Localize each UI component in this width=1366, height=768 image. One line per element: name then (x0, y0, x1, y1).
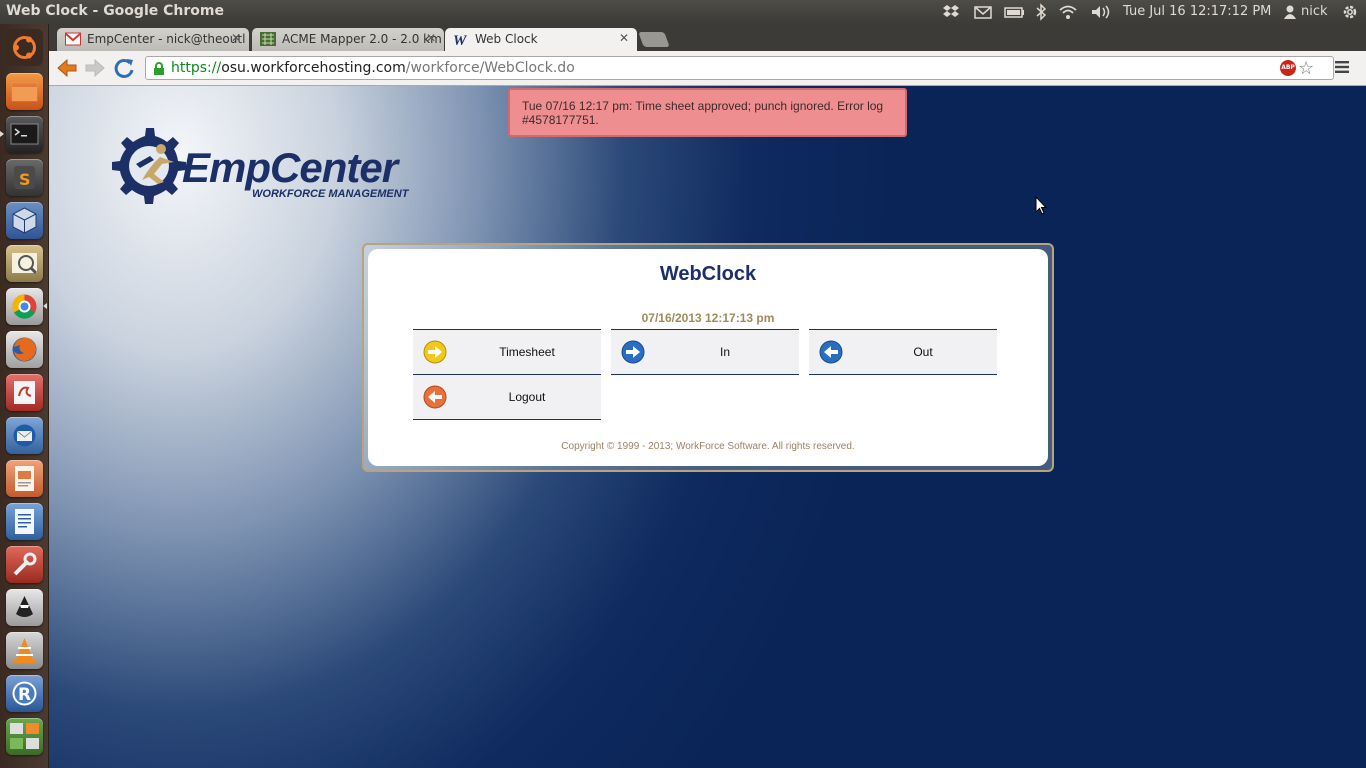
punch-in-button[interactable]: In (611, 329, 799, 375)
new-tab-button[interactable] (638, 32, 670, 47)
sublime-text-icon[interactable]: S (6, 159, 43, 196)
acme-icon (260, 32, 276, 46)
panel-user[interactable]: nick (1301, 4, 1328, 22)
copyright-text: Copyright © 1999 - 2013; WorkForce Softw… (561, 441, 855, 452)
bookmark-star-icon[interactable]: ☆ (1298, 58, 1314, 79)
tab-label: Web Clock (475, 32, 538, 46)
volume-icon[interactable] (1090, 3, 1112, 21)
reload-button[interactable] (112, 57, 136, 79)
tab-label: EmpCenter - nick@theoutl (87, 32, 246, 46)
panel-datetime[interactable]: Tue Jul 16 12:17:12 PM (1123, 4, 1271, 22)
vlc-icon[interactable] (6, 632, 43, 669)
timesheet-button[interactable]: Timesheet (413, 329, 601, 375)
tab-strip: EmpCenter - nick@theoutl ✕ ACME Mapper 2… (49, 24, 1366, 51)
logo-tagline: WORKFORCE MANAGEMENT (252, 188, 409, 200)
url-scheme: https:// (171, 60, 222, 76)
terminal-icon[interactable] (6, 116, 43, 153)
logout-button[interactable]: Logout (413, 374, 601, 420)
virtualbox-icon[interactable] (6, 202, 43, 239)
evince-icon[interactable] (6, 374, 43, 411)
tab-web-clock[interactable]: W Web Clock ✕ (445, 28, 637, 51)
url-host: osu.workforcehosting.com (221, 60, 406, 76)
inkscape-icon[interactable] (6, 589, 43, 626)
files-icon[interactable] (6, 73, 43, 110)
tab-label: ACME Mapper 2.0 - 2.0 km (282, 32, 442, 46)
clock-datetime: 07/16/2013 12:17:13 pm (641, 311, 775, 325)
timesheet-label: Timesheet (499, 345, 555, 359)
empcenter-logo: EmpCenter WORKFORCE MANAGEMENT (102, 122, 432, 216)
forward-button[interactable] (83, 57, 107, 79)
logout-label: Logout (508, 390, 546, 404)
svg-text:R: R (18, 685, 31, 705)
browser-toolbar: https://osu.workforcehosting.com/workfor… (49, 51, 1366, 86)
adblock-icon[interactable]: ABP (1280, 60, 1296, 76)
punch-out-label: Out (913, 345, 933, 359)
workforce-w-icon: W (453, 32, 469, 49)
bluetooth-icon[interactable] (1035, 3, 1047, 21)
tab-empcenter[interactable]: EmpCenter - nick@theoutl ✕ (57, 28, 249, 51)
arrow-right-blue-icon (621, 340, 645, 364)
svg-text:S: S (19, 170, 31, 189)
webclock-frame: WebClock 07/16/2013 12:17:13 pm Timeshee… (362, 243, 1054, 472)
tab-close-icon[interactable]: ✕ (619, 31, 629, 45)
address-bar[interactable]: https://osu.workforcehosting.com/workfor… (145, 56, 1334, 80)
unity-launcher: S R (0, 24, 49, 768)
ubuntu-dash-icon[interactable] (6, 29, 43, 66)
tab-close-icon[interactable]: ✕ (426, 31, 436, 45)
firefox-icon[interactable] (6, 331, 43, 368)
writer-icon[interactable] (6, 503, 43, 540)
webclock-panel: WebClock 07/16/2013 12:17:13 pm Timeshee… (368, 249, 1048, 466)
gmail-icon (65, 32, 81, 46)
launcher-focus-indicator (43, 303, 47, 309)
image-viewer-icon[interactable] (6, 245, 43, 282)
chrome-menu-icon[interactable] (1334, 59, 1350, 73)
logo-wordmark: EmpCenter (182, 144, 398, 191)
tab-acme-mapper[interactable]: ACME Mapper 2.0 - 2.0 km ✕ (252, 28, 444, 51)
user-icon[interactable] (1284, 3, 1296, 21)
back-button[interactable] (55, 57, 79, 79)
system-settings-icon[interactable] (6, 546, 43, 583)
arrow-right-yellow-icon (423, 340, 447, 364)
arrow-left-blue-icon (819, 340, 843, 364)
window-title: Web Clock - Google Chrome (6, 3, 224, 19)
url-path: /workforce/WebClock.do (405, 60, 575, 76)
top-panel: Web Clock - Google Chrome Tue Jul 16 12:… (0, 0, 1366, 24)
battery-icon[interactable] (1004, 3, 1026, 21)
impress-icon[interactable] (6, 460, 43, 497)
page-title: WebClock (659, 263, 757, 285)
svg-text:W: W (453, 33, 468, 46)
punch-in-label: In (719, 345, 730, 359)
url-text[interactable]: https://osu.workforcehosting.com/workfor… (171, 60, 575, 76)
mail-icon[interactable] (974, 3, 992, 21)
wifi-icon[interactable] (1058, 3, 1078, 21)
launcher-running-indicator (0, 131, 4, 137)
lock-icon (152, 61, 166, 76)
arrow-left-red-icon (423, 385, 447, 409)
page-content: Tue 07/16 12:17 pm: Time sheet approved;… (49, 86, 1366, 768)
thunderbird-icon[interactable] (6, 417, 43, 454)
chrome-icon[interactable] (6, 288, 43, 325)
mouse-cursor-icon (1035, 196, 1047, 215)
session-gear-icon[interactable] (1341, 3, 1359, 21)
workspace-switcher-icon[interactable] (6, 718, 43, 755)
rstudio-icon[interactable]: R (6, 675, 43, 712)
error-notification: Tue 07/16 12:17 pm: Time sheet approved;… (508, 88, 907, 137)
dropbox-icon[interactable] (942, 3, 960, 21)
punch-out-button[interactable]: Out (809, 329, 997, 375)
tab-close-icon[interactable]: ✕ (231, 31, 241, 45)
